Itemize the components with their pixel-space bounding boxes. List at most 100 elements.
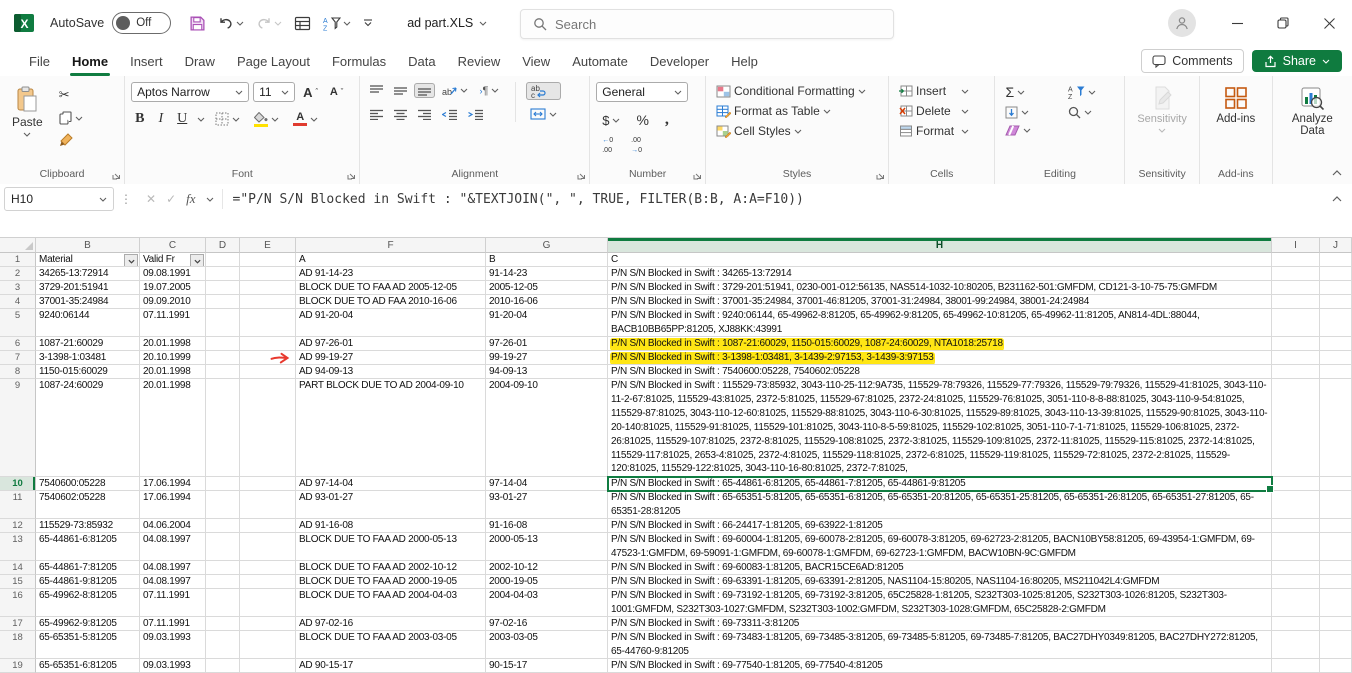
fill-button[interactable] bbox=[1001, 104, 1053, 121]
cell-H4[interactable]: P/N S/N Blocked in Swift : 37001-35:2498… bbox=[608, 295, 1272, 309]
find-select-button[interactable] bbox=[1064, 104, 1118, 121]
cell-E17[interactable] bbox=[240, 617, 296, 631]
cell-B19[interactable]: 65-65351-6:81205 bbox=[36, 659, 140, 673]
cell-G14[interactable]: 2002-10-12 bbox=[486, 561, 608, 575]
cell-H15[interactable]: P/N S/N Blocked in Swift : 69-63391-1:81… bbox=[608, 575, 1272, 589]
name-box[interactable]: H10 bbox=[4, 187, 114, 211]
minimize-button[interactable] bbox=[1214, 0, 1260, 46]
row-header-12[interactable]: 12 bbox=[0, 519, 36, 533]
cell-F12[interactable]: AD 91-16-08 bbox=[296, 519, 486, 533]
row-header-17[interactable]: 17 bbox=[0, 617, 36, 631]
cell-B9[interactable]: 1087-24:60029 bbox=[36, 379, 140, 477]
row-header-14[interactable]: 14 bbox=[0, 561, 36, 575]
cell-J16[interactable] bbox=[1320, 589, 1352, 617]
cell-F13[interactable]: BLOCK DUE TO FAA AD 2000-05-13 bbox=[296, 533, 486, 561]
cell-C15[interactable]: 04.08.1997 bbox=[140, 575, 206, 589]
cancel-icon[interactable]: ✕ bbox=[146, 192, 156, 206]
align-right-button[interactable] bbox=[414, 107, 435, 122]
cell-B6[interactable]: 1087-21:60029 bbox=[36, 337, 140, 351]
italic-button[interactable]: I bbox=[154, 109, 167, 129]
cell-B16[interactable]: 65-49962-8:81205 bbox=[36, 589, 140, 617]
tab-help[interactable]: Help bbox=[720, 49, 769, 74]
cell-C7[interactable]: 20.10.1999 bbox=[140, 351, 206, 365]
cell-E7[interactable] bbox=[240, 351, 296, 365]
insert-cells-button[interactable]: Insert bbox=[895, 82, 988, 100]
cell-D2[interactable] bbox=[206, 267, 240, 281]
cell-B18[interactable]: 65-65351-5:81205 bbox=[36, 631, 140, 659]
cell-G7[interactable]: 99-19-27 bbox=[486, 351, 608, 365]
borders-button[interactable] bbox=[211, 110, 244, 128]
cell-D17[interactable] bbox=[206, 617, 240, 631]
cell-D8[interactable] bbox=[206, 365, 240, 379]
cell-B8[interactable]: 1150-015:60029 bbox=[36, 365, 140, 379]
cell-H12[interactable]: P/N S/N Blocked in Swift : 66-24417-1:81… bbox=[608, 519, 1272, 533]
autosave-toggle[interactable]: Off bbox=[112, 12, 171, 34]
cell-I9[interactable] bbox=[1272, 379, 1320, 477]
align-top-button[interactable] bbox=[366, 83, 387, 98]
cell-H18[interactable]: P/N S/N Blocked in Swift : 69-73483-1:81… bbox=[608, 631, 1272, 659]
cell-F17[interactable]: AD 97-02-16 bbox=[296, 617, 486, 631]
cell-G16[interactable]: 2004-04-03 bbox=[486, 589, 608, 617]
fill-handle[interactable] bbox=[1266, 485, 1274, 493]
row-header-6[interactable]: 6 bbox=[0, 337, 36, 351]
cell-J18[interactable] bbox=[1320, 631, 1352, 659]
cell-styles-button[interactable]: Cell Styles bbox=[712, 122, 882, 140]
cell-J13[interactable] bbox=[1320, 533, 1352, 561]
clear-button[interactable] bbox=[1001, 123, 1053, 138]
decrease-indent-button[interactable] bbox=[438, 107, 461, 122]
cell-D18[interactable] bbox=[206, 631, 240, 659]
cell-G4[interactable]: 2010-16-06 bbox=[486, 295, 608, 309]
cell-D16[interactable] bbox=[206, 589, 240, 617]
cell-D4[interactable] bbox=[206, 295, 240, 309]
tab-page-layout[interactable]: Page Layout bbox=[226, 49, 321, 74]
cell-J8[interactable] bbox=[1320, 365, 1352, 379]
column-header-C[interactable]: C bbox=[140, 238, 206, 253]
cell-I3[interactable] bbox=[1272, 281, 1320, 295]
cell-G5[interactable]: 91-20-04 bbox=[486, 309, 608, 337]
cell-I5[interactable] bbox=[1272, 309, 1320, 337]
tab-developer[interactable]: Developer bbox=[639, 49, 720, 74]
cell-C13[interactable]: 04.08.1997 bbox=[140, 533, 206, 561]
column-header-F[interactable]: F bbox=[296, 238, 486, 253]
column-header-B[interactable]: B bbox=[36, 238, 140, 253]
tab-view[interactable]: View bbox=[511, 49, 561, 74]
row-header-5[interactable]: 5 bbox=[0, 309, 36, 337]
cell-E10[interactable] bbox=[240, 477, 296, 491]
cell-E15[interactable] bbox=[240, 575, 296, 589]
cell-I11[interactable] bbox=[1272, 491, 1320, 519]
filter-button-B[interactable] bbox=[124, 254, 138, 267]
document-title[interactable]: ad part.XLS bbox=[407, 16, 487, 30]
cell-J17[interactable] bbox=[1320, 617, 1352, 631]
cell-C3[interactable]: 19.07.2005 bbox=[140, 281, 206, 295]
clipboard-dialog-launcher[interactable] bbox=[112, 171, 121, 180]
cell-J1[interactable] bbox=[1320, 253, 1352, 267]
select-all-corner[interactable] bbox=[0, 238, 36, 253]
cell-C1[interactable]: Valid Fr bbox=[140, 253, 206, 267]
cell-G10[interactable]: 97-14-04 bbox=[486, 477, 608, 491]
cell-J11[interactable] bbox=[1320, 491, 1352, 519]
cell-J4[interactable] bbox=[1320, 295, 1352, 309]
cell-G1[interactable]: B bbox=[486, 253, 608, 267]
tab-file[interactable]: File bbox=[18, 49, 61, 74]
cell-G19[interactable]: 90-15-17 bbox=[486, 659, 608, 673]
cell-G17[interactable]: 97-02-16 bbox=[486, 617, 608, 631]
alignment-dialog-launcher[interactable] bbox=[577, 171, 586, 180]
cell-F1[interactable]: A bbox=[296, 253, 486, 267]
cell-F15[interactable]: BLOCK DUE TO FAA AD 2000-19-05 bbox=[296, 575, 486, 589]
cell-E16[interactable] bbox=[240, 589, 296, 617]
cell-J3[interactable] bbox=[1320, 281, 1352, 295]
cell-E13[interactable] bbox=[240, 533, 296, 561]
cell-F5[interactable]: AD 91-20-04 bbox=[296, 309, 486, 337]
cell-I10[interactable] bbox=[1272, 477, 1320, 491]
row-header-15[interactable]: 15 bbox=[0, 575, 36, 589]
tab-review[interactable]: Review bbox=[447, 49, 512, 74]
cell-J19[interactable] bbox=[1320, 659, 1352, 673]
format-cells-button[interactable]: Format bbox=[895, 122, 988, 140]
sensitivity-button[interactable]: Sensitivity bbox=[1131, 82, 1193, 137]
cell-J12[interactable] bbox=[1320, 519, 1352, 533]
expand-formula-bar-button[interactable] bbox=[1332, 196, 1352, 202]
cell-C9[interactable]: 20.01.1998 bbox=[140, 379, 206, 477]
save-icon[interactable] bbox=[185, 12, 210, 35]
cell-E18[interactable] bbox=[240, 631, 296, 659]
cell-I7[interactable] bbox=[1272, 351, 1320, 365]
